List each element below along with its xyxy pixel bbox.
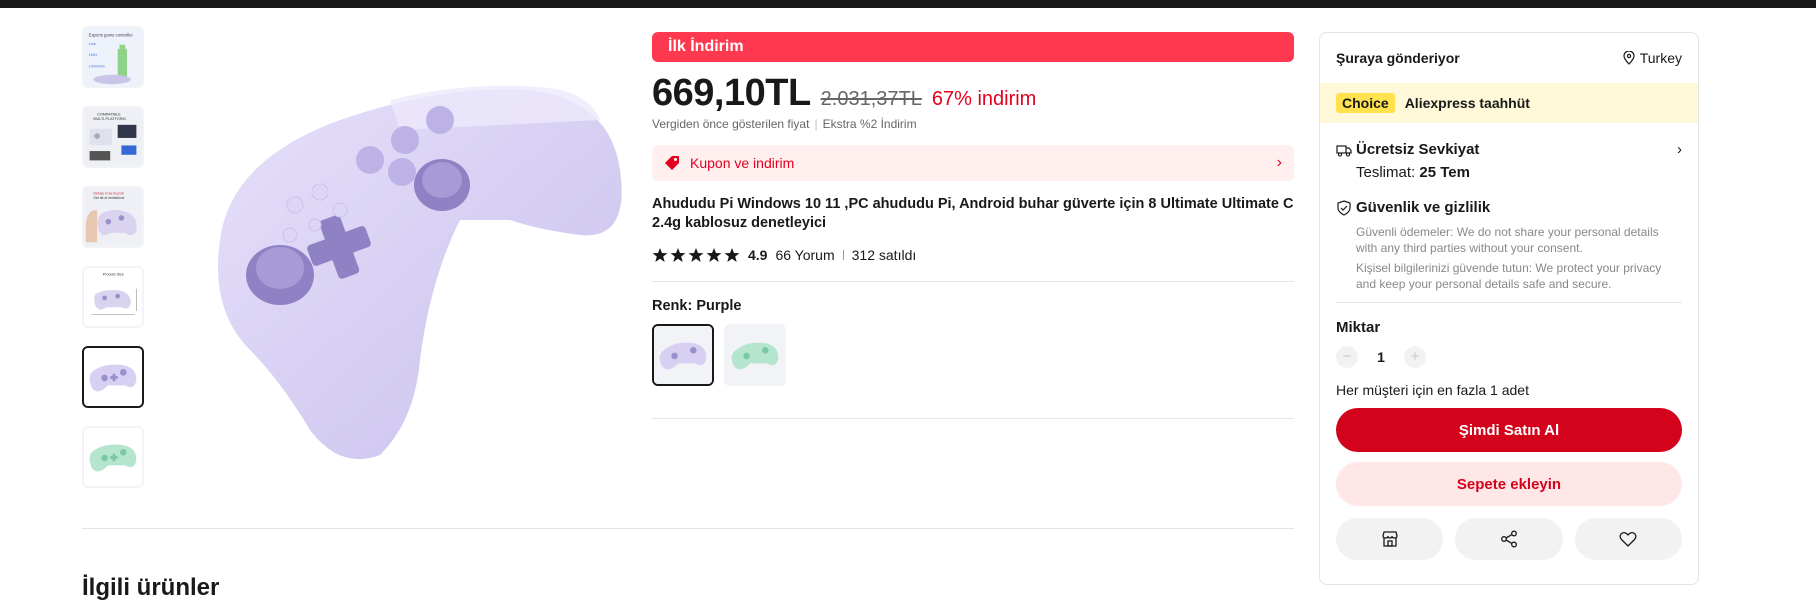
purchase-panel: Şuraya gönderiyor Turkey Choice Aliexpre… [1319, 32, 1699, 585]
thumbnail-product-size[interactable]: Product Size [82, 266, 144, 328]
thumbnail-image: COMPATIBLE MULTI-PLATFORM [84, 108, 142, 166]
controller-illustration [218, 85, 622, 460]
action-icon-buttons [1336, 518, 1682, 560]
product-info: İlk İndirim 669,10TL 2.031,37TL 67% indi… [652, 32, 1294, 419]
choice-badge: Choice [1336, 93, 1395, 113]
svg-text:Product Size: Product Size [103, 272, 124, 276]
coupon-bar[interactable]: Kupon ve indirim › [652, 145, 1294, 181]
thumbnail-image [84, 348, 142, 406]
ship-to-label: Şuraya gönderiyor [1336, 50, 1460, 66]
star-icon [688, 248, 704, 262]
star-icon [652, 248, 668, 262]
choice-commitment-row[interactable]: Choice Aliexpress taahhüt [1320, 83, 1698, 123]
quantity-stepper: − 1 + [1336, 346, 1682, 368]
quantity-limit-note: Her müşteri için en fazla 1 adet [1336, 382, 1529, 398]
heart-icon [1619, 531, 1637, 547]
thumbnail-purple-controller[interactable] [82, 346, 144, 408]
privacy-text: Kişisel bilgilerinizi güvende tutun: We … [1356, 261, 1662, 291]
delivery-label: Teslimat: [1356, 164, 1416, 181]
tax-note: Vergiden önce gösterilen fiyat [652, 117, 810, 131]
rating-value: 4.9 [748, 247, 768, 263]
color-swatches [652, 324, 1294, 386]
ship-to-row[interactable]: Şuraya gönderiyor Turkey [1320, 33, 1698, 83]
shipping-title: Ücretsiz Sevkiyat [1356, 141, 1480, 158]
share-button[interactable] [1455, 518, 1563, 560]
thumbnail-refuse[interactable]: Refuse to be bound! Get rid of restricti… [82, 186, 144, 248]
star-rating [652, 247, 740, 263]
swatch-image [726, 326, 784, 384]
svg-text:Refuse to be bound!: Refuse to be bound! [93, 192, 123, 196]
swatch-image [654, 326, 712, 384]
svg-text:1000mAh: 1000mAh [89, 64, 105, 68]
thumbnail-image [84, 428, 142, 486]
svg-text:COMPATIBLE: COMPATIBLE [97, 112, 121, 116]
sold-count: 312 satıldı [851, 247, 917, 263]
price-row: 669,10TL 2.031,37TL 67% indirim [652, 72, 1294, 115]
separator: | [814, 117, 818, 131]
add-to-cart-button[interactable]: Sepete ekleyin [1336, 462, 1682, 506]
coupon-label: Kupon ve indirim [690, 155, 795, 171]
thumbnail-image: Refuse to be bound! Get rid of restricti… [84, 188, 142, 246]
truck-icon [1336, 144, 1352, 157]
flash-deal-banner: İlk İndirim [652, 32, 1294, 62]
svg-text:Esports game controller: Esports game controller [89, 32, 134, 37]
color-label: Renk: Purple [652, 298, 742, 314]
shield-icon [1337, 199, 1351, 216]
share-icon [1501, 530, 1517, 548]
store-button[interactable] [1336, 518, 1444, 560]
thumbnail-esports[interactable]: Esports game controller 1ms 1kHz 1000mAh [82, 26, 144, 88]
thumbnail-image: Product Size [84, 268, 142, 326]
original-price: 2.031,37TL [820, 88, 922, 110]
location-pin-icon [1623, 51, 1635, 65]
divider [842, 250, 844, 260]
quantity-label: Miktar [1336, 319, 1381, 336]
security-title: Güvenlik ve gizlilik [1356, 199, 1491, 216]
thumbnail-multi-platform[interactable]: COMPATIBLE MULTI-PLATFORM [82, 106, 144, 168]
quantity-value[interactable]: 1 [1376, 349, 1386, 365]
star-icon [706, 248, 722, 262]
country-name: Turkey [1639, 50, 1682, 66]
buy-now-button[interactable]: Şimdi Satın Al [1336, 408, 1682, 452]
svg-text:MULTI-PLATFORM: MULTI-PLATFORM [93, 117, 125, 121]
store-icon [1382, 531, 1398, 547]
current-price: 669,10TL [652, 72, 811, 114]
thumbnail-list: Esports game controller 1ms 1kHz 1000mAh… [82, 26, 148, 506]
divider [1336, 302, 1682, 303]
rating-row: 4.9 66 Yorum 312 satıldı [652, 247, 1294, 263]
svg-text:Get rid of restrictions: Get rid of restrictions [93, 196, 124, 200]
divider [652, 281, 1294, 282]
product-title: Ahududu Pi Windows 10 11 ,PC ahududu Pi,… [652, 196, 1294, 231]
main-product-image[interactable] [190, 60, 640, 480]
thumbnail-image: Esports game controller 1ms 1kHz 1000mAh [84, 28, 142, 86]
ship-location[interactable]: Turkey [1623, 50, 1682, 66]
shipping-row[interactable]: Ücretsiz Sevkiyat › [1336, 141, 1682, 158]
price-note: Vergiden önce gösterilen fiyat | Ekstra %2… [652, 117, 1294, 131]
color-swatch-purple[interactable] [652, 324, 714, 386]
reviews-link[interactable]: 66 Yorum [775, 247, 834, 263]
thumbnail-green-controller[interactable] [82, 426, 144, 488]
related-products-title: İlgili ürünler [82, 574, 220, 601]
choice-text: Aliexpress taahhüt [1404, 95, 1530, 111]
delivery-info: Teslimat: 25 Tem [1356, 164, 1682, 181]
star-icon [724, 248, 740, 262]
quantity-decrease-button[interactable]: − [1336, 346, 1358, 368]
extra-discount-note: Ekstra %2 İndirim [822, 117, 917, 131]
star-icon [670, 248, 686, 262]
divider [652, 418, 1294, 419]
color-swatch-green[interactable] [724, 324, 786, 386]
coupon-tag-icon [665, 156, 679, 170]
section-divider [82, 528, 1294, 529]
secure-payments-text: Güvenli ödemeler: We do not share your p… [1356, 225, 1659, 255]
wishlist-button[interactable] [1574, 518, 1682, 560]
delivery-date: 25 Tem [1419, 164, 1470, 181]
quantity-increase-button[interactable]: + [1404, 346, 1426, 368]
security-row: Güvenlik ve gizlilik [1336, 199, 1682, 216]
chevron-right-icon: › [1677, 141, 1682, 158]
discount-label: 67% indirim [931, 88, 1037, 110]
svg-text:1ms: 1ms [89, 42, 96, 46]
svg-text:1kHz: 1kHz [89, 53, 98, 57]
chevron-right-icon: › [1276, 154, 1282, 171]
top-nav-bar [0, 0, 1816, 8]
